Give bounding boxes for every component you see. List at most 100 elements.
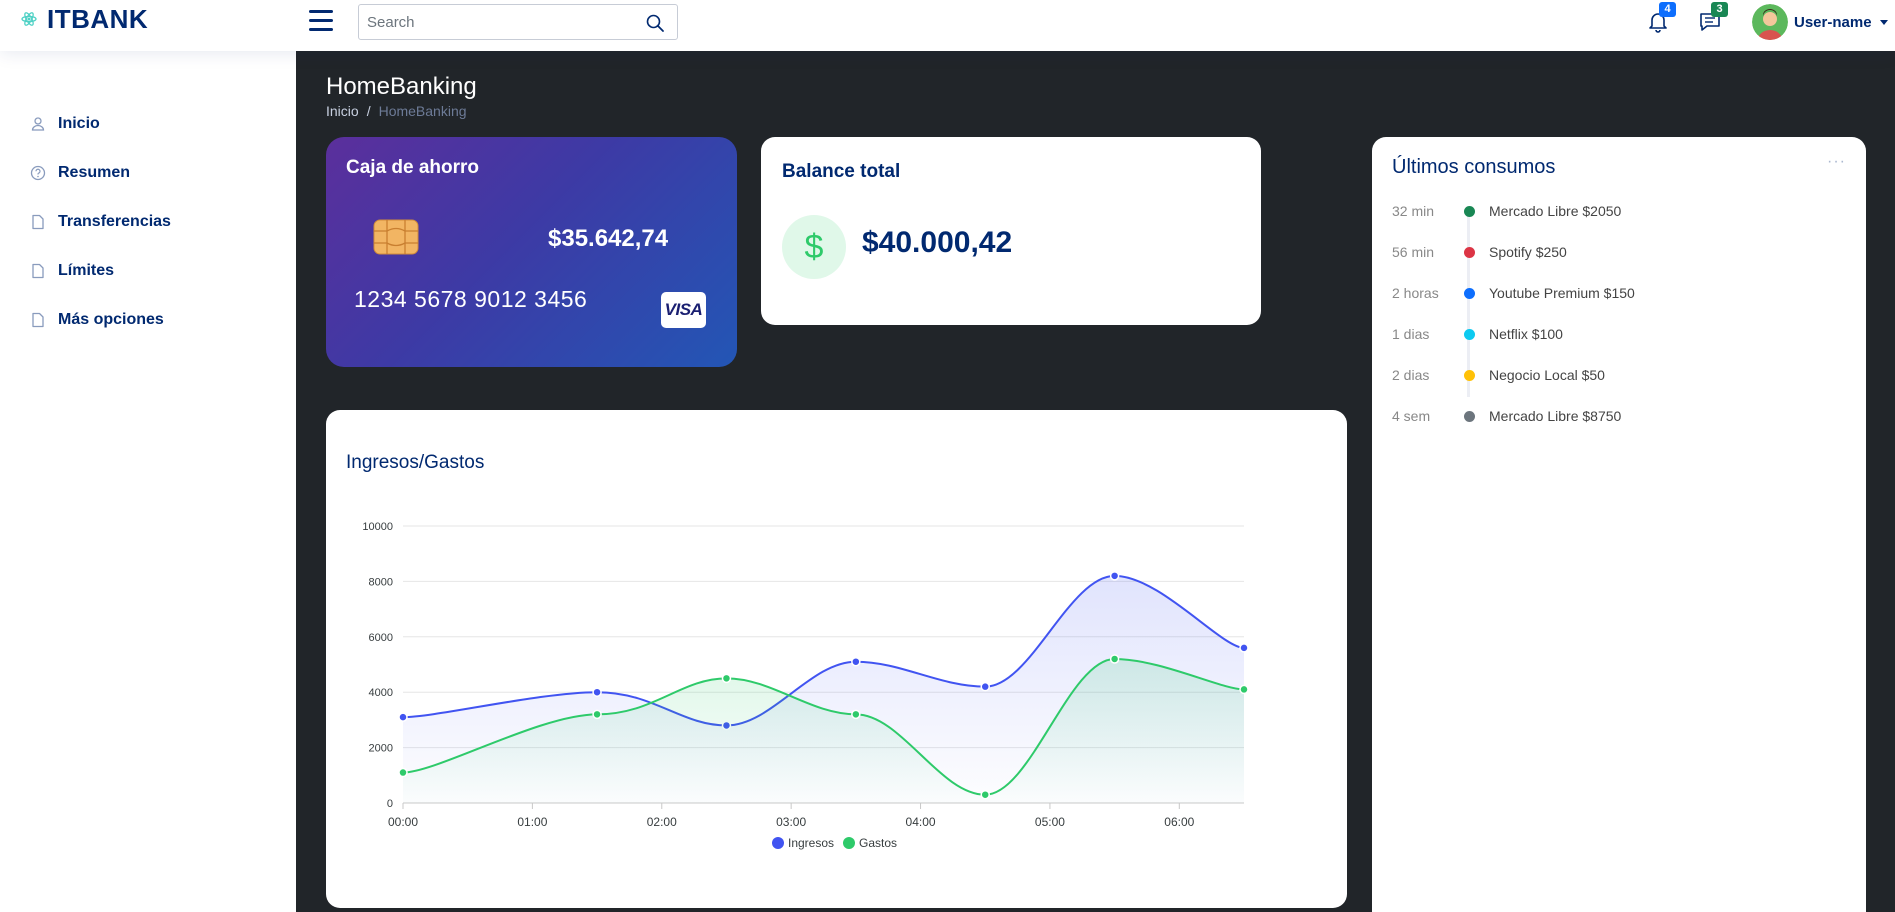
data-point-ingresos [851, 656, 861, 667]
consumo-time: 32 min [1392, 203, 1435, 219]
menu-bar [309, 19, 333, 22]
top-header: ITBANK 4 3 [0, 0, 1895, 51]
data-point-gastos [721, 673, 732, 684]
breadcrumb-home-link[interactable]: Inicio [326, 103, 359, 119]
y-tick-label: 6000 [369, 632, 393, 644]
legend-label: Gastos [859, 836, 897, 850]
sidebar-item-label: Inicio [58, 115, 100, 132]
person-icon [31, 117, 45, 131]
sidebar-item-label: Más opciones [58, 311, 164, 328]
sidebar-item-transferencias[interactable]: Transferencias [30, 207, 171, 237]
visa-logo: VISA [661, 292, 706, 328]
x-tick-label: 04:00 [906, 815, 936, 829]
file-icon [32, 263, 44, 279]
legend-marker-gastos [843, 837, 855, 849]
balance-card-title: Balance total [782, 161, 901, 182]
timeline-dot [1464, 246, 1475, 258]
x-tick-label: 05:00 [1035, 815, 1065, 829]
breadcrumb-current: HomeBanking [378, 103, 467, 119]
consumo-item: 1 dias Netflix $100 [1392, 324, 1563, 344]
data-point-ingresos [592, 687, 602, 697]
notifications-button[interactable]: 4 [1645, 2, 1676, 34]
consumo-item: 2 dias Negocio Local $50 [1392, 365, 1605, 385]
consumo-time: 56 min [1392, 244, 1435, 260]
y-tick-label: 4000 [369, 687, 393, 699]
legend-marker-ingresos [772, 837, 784, 849]
more-options-icon[interactable]: ··· [1827, 153, 1846, 171]
data-point-gastos [592, 709, 602, 720]
dollar-icon: $ [782, 215, 846, 279]
menu-bar [309, 10, 333, 13]
consumo-text: Mercado Libre $2050 [1489, 203, 1622, 219]
consumo-text: Spotify $250 [1489, 244, 1567, 260]
data-point-gastos [980, 789, 990, 800]
consumo-time: 2 dias [1392, 367, 1430, 383]
logo[interactable]: ITBANK [21, 4, 148, 34]
data-point-ingresos [1109, 571, 1120, 581]
search-box [358, 4, 678, 40]
sidebar-item-limites[interactable]: Límites [30, 256, 114, 286]
consumo-time: 1 dias [1392, 326, 1430, 342]
ingresos-gastos-chart: 0 2000 4000 6000 8000 10000 00:00 01:00 02:00 03:… [362, 521, 1249, 850]
timeline-dot [1464, 205, 1475, 217]
file-icon [32, 312, 44, 328]
timeline-dot [1464, 410, 1475, 422]
consumo-item: 56 min Spotify $250 [1392, 242, 1567, 262]
x-tick-label: 00:00 [388, 815, 418, 829]
page-title: HomeBanking [326, 73, 477, 100]
data-point-gastos [398, 767, 408, 778]
consumo-item: 32 min Mercado Libre $2050 [1392, 201, 1621, 221]
timeline-dot [1464, 328, 1475, 340]
chart-card: Ingresos/Gastos 0 2000 4000 6000 8000 10000 00… [326, 410, 1347, 908]
account-card: Caja de ahorro $35.642,74 1234 5678 9012… [326, 137, 737, 367]
y-tick-label: 8000 [369, 576, 393, 588]
sidebar-item-mas-opciones[interactable]: Más opciones [30, 305, 164, 335]
consumo-text: Mercado Libre $8750 [1489, 408, 1622, 424]
x-tick-label: 03:00 [776, 815, 806, 829]
main-content: HomeBanking Inicio / HomeBanking Caja de… [296, 51, 1895, 912]
search-input[interactable] [367, 12, 627, 32]
data-point-gastos [851, 709, 861, 720]
data-point-ingresos [398, 712, 408, 722]
account-card-title: Caja de ahorro [346, 157, 480, 178]
question-circle-icon [30, 165, 46, 181]
consumo-time: 4 sem [1392, 408, 1431, 424]
visa-logo-text: VISA [664, 300, 703, 319]
account-balance: $35.642,74 [548, 225, 669, 252]
data-point-gastos [1239, 684, 1249, 695]
y-tick-label: 0 [387, 798, 393, 810]
sidebar-item-inicio[interactable]: Inicio [30, 109, 100, 139]
breadcrumb: Inicio / HomeBanking [326, 103, 467, 119]
logo-icon [21, 12, 37, 26]
timeline-dot [1464, 369, 1475, 381]
messages-button[interactable]: 3 [1697, 2, 1728, 34]
sidebar-item-label: Transferencias [58, 213, 171, 230]
messages-badge: 3 [1711, 2, 1728, 17]
consumo-time: 2 horas [1392, 285, 1439, 301]
sidebar-item-resumen[interactable]: Resumen [30, 158, 130, 188]
consumos-title: Últimos consumos [1392, 156, 1556, 178]
timeline-dot [1464, 287, 1475, 299]
consumo-item: 4 sem Mercado Libre $8750 [1392, 406, 1621, 426]
user-menu[interactable]: User-name [1752, 4, 1888, 40]
dollar-symbol: $ [804, 227, 824, 266]
sidebar-item-label: Resumen [58, 164, 131, 181]
data-point-ingresos [980, 681, 990, 692]
notifications-badge: 4 [1659, 2, 1676, 17]
card-chip-icon [373, 219, 419, 255]
balance-amount: $40.000,42 [862, 226, 1013, 259]
user-name: User-name [1794, 13, 1872, 31]
avatar [1752, 4, 1788, 40]
y-tick-label: 10000 [362, 521, 393, 533]
consumo-item: 2 horas Youtube Premium $150 [1392, 283, 1635, 303]
y-tick-label: 2000 [369, 743, 393, 755]
menu-toggle-button[interactable] [309, 10, 333, 32]
card-number: 1234 5678 9012 3456 [354, 286, 588, 312]
sidebar: Inicio Resumen Transferencias Límites Má… [0, 51, 296, 912]
file-icon [32, 214, 44, 230]
data-point-gastos [1109, 654, 1120, 664]
x-tick-label: 01:00 [517, 815, 547, 829]
search-icon[interactable] [645, 13, 665, 33]
sidebar-item-label: Límites [58, 262, 115, 279]
balance-card: Balance total $ $40.000,42 [761, 137, 1261, 325]
